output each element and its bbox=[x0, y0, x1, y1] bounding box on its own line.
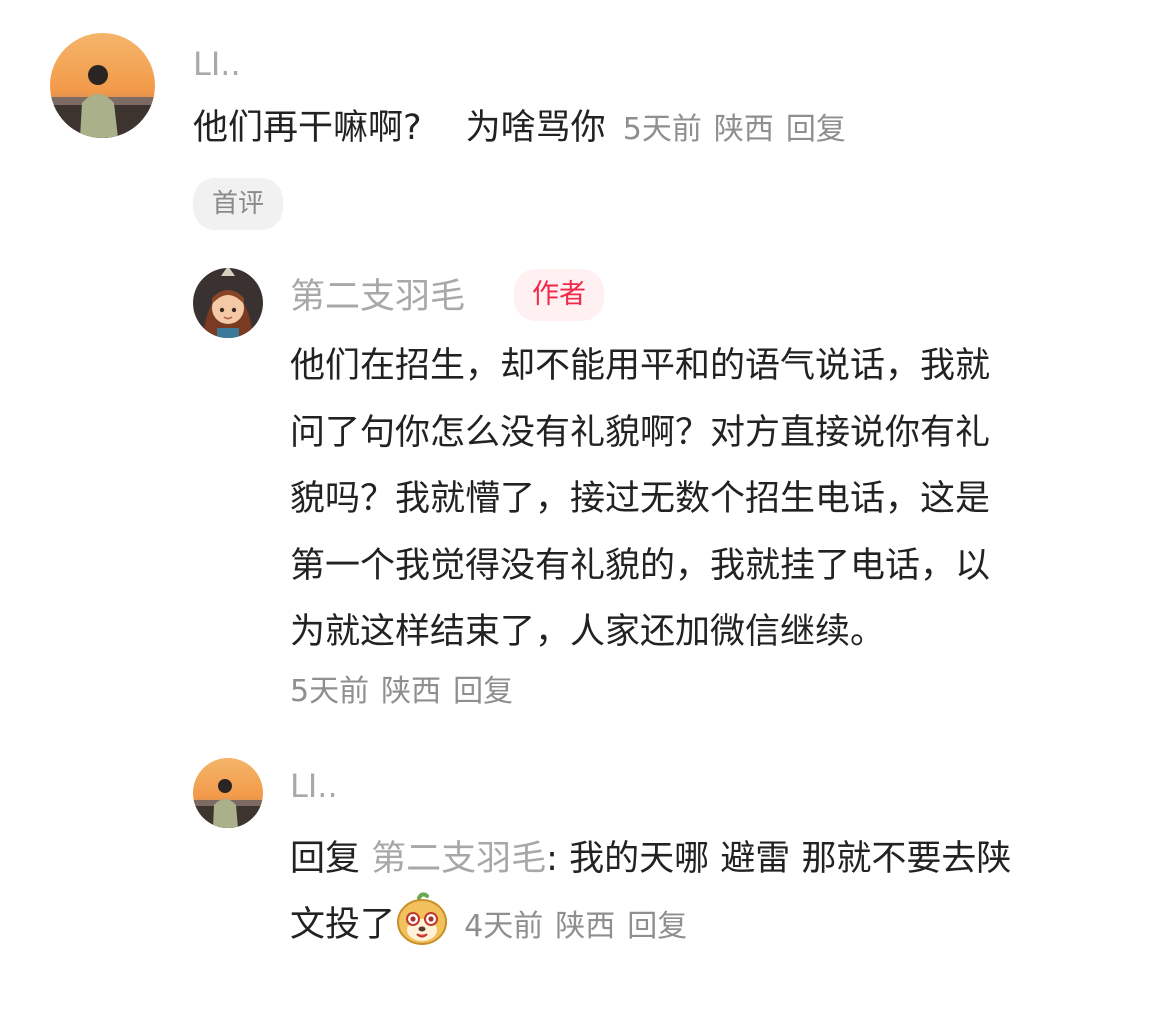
sunset-silhouette-avatar-icon bbox=[50, 33, 155, 138]
cartoon-girl-avatar-icon bbox=[193, 268, 263, 338]
comment-location: 陕西 bbox=[713, 112, 774, 147]
reply-reply-button[interactable]: 回复 bbox=[453, 674, 513, 709]
cute-cartoon-sticker-icon bbox=[395, 892, 449, 968]
avatar[interactable] bbox=[50, 33, 155, 138]
first-comment-tag: 首评 bbox=[193, 178, 284, 230]
reply-text-line: 为就这样结束了，人家还加微信继续。 bbox=[290, 612, 886, 652]
reply-text: 他们在招生，却不能用平和的语气说话，我就 问了句你怎么没有礼貌啊？对方直接说你有… bbox=[290, 333, 990, 666]
reply-text-line: 文投了 4天前 陕西 回复 bbox=[290, 892, 1011, 968]
comment-text-part2: 为啥骂你 bbox=[465, 108, 606, 148]
reply-username[interactable]: 第二支羽毛 bbox=[290, 272, 465, 322]
reply-author: 第二支羽毛 作者 他们在招生，却不能用平和的语气说话，我就 问了句你怎么没有礼貌… bbox=[0, 260, 1175, 720]
comment-username[interactable]: LI.. bbox=[193, 42, 241, 86]
comment-text-part1: 他们再干嘛啊? bbox=[193, 108, 422, 148]
sunset-silhouette-avatar-icon bbox=[193, 758, 263, 828]
reply-username[interactable]: LI.. bbox=[290, 764, 338, 808]
reply-to-username[interactable]: 第二支羽毛 bbox=[371, 839, 546, 879]
reply-text-line: 回复 第二支羽毛: 我的天哪 避雷 那就不要去陕 bbox=[290, 826, 1011, 892]
reply-time: 4天前 bbox=[464, 909, 544, 944]
reply-time: 5天前 bbox=[290, 674, 370, 709]
reply-colon: : bbox=[546, 839, 558, 879]
comment-meta: 5天前 陕西 回复 bbox=[623, 112, 846, 147]
avatar[interactable] bbox=[193, 758, 263, 828]
comment: LI.. 他们再干嘛啊? 为啥骂你 5天前 陕西 回复 首评 bbox=[0, 0, 1175, 240]
reply-text-line1: 我的天哪 避雷 那就不要去陕 bbox=[569, 839, 1012, 879]
avatar[interactable] bbox=[193, 268, 263, 338]
reply-user: LI.. 回复 第二支羽毛: 我的天哪 避雷 那就不要去陕 文投了 4天前 陕西… bbox=[0, 740, 1175, 970]
reply-prefix: 回复 bbox=[290, 839, 361, 879]
reply-text-line: 第一个我觉得没有礼貌的，我就挂了电话，以 bbox=[290, 545, 991, 586]
reply-text-line2: 文投了 bbox=[290, 905, 396, 945]
reply-reply-button[interactable]: 回复 bbox=[627, 909, 687, 944]
comment-text-row: 他们再干嘛啊? 为啥骂你 5天前 陕西 回复 bbox=[193, 104, 846, 154]
author-badge: 作者 bbox=[514, 269, 604, 321]
comment-time: 5天前 bbox=[622, 112, 702, 147]
reply-meta: 5天前 陕西 回复 bbox=[290, 670, 513, 714]
reply-meta: 4天前 陕西 回复 bbox=[464, 909, 687, 944]
reply-text-line: 问了句你怎么没有礼貌啊？对方直接说你有礼 bbox=[290, 412, 991, 453]
reply-text: 回复 第二支羽毛: 我的天哪 避雷 那就不要去陕 文投了 4天前 陕西 回复 bbox=[290, 826, 1011, 968]
reply-text-line: 他们在招生，却不能用平和的语气说话，我就 bbox=[290, 346, 991, 386]
reply-location: 陕西 bbox=[381, 674, 442, 709]
comment-reply-button[interactable]: 回复 bbox=[786, 112, 846, 147]
reply-text-line: 貌吗？我就懵了，接过无数个招生电话，这是 bbox=[290, 479, 991, 519]
reply-location: 陕西 bbox=[555, 909, 616, 944]
